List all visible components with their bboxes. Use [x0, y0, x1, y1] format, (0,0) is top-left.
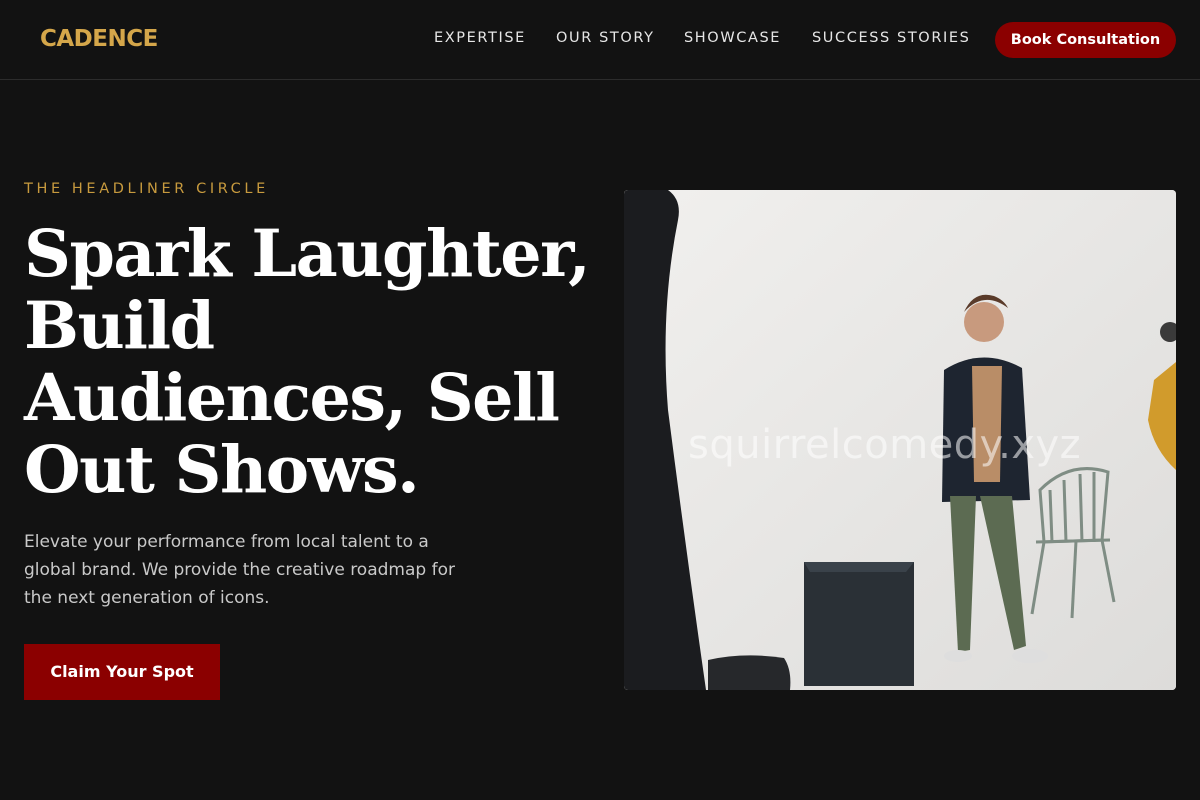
brand-logo[interactable]: CADENCE — [40, 26, 158, 52]
image-watermark: squirrelcomedy.xyz — [688, 422, 1082, 468]
nav-link-expertise[interactable]: EXPERTISE — [434, 30, 526, 46]
claim-your-spot-button[interactable]: Claim Your Spot — [24, 644, 220, 700]
headline-line: Spark Laughter, — [24, 216, 591, 292]
headline-line: Build — [24, 288, 215, 364]
hero-headline: Spark Laughter, Build Audiences, Sell Ou… — [24, 218, 594, 506]
hero-description: Elevate your performance from local tale… — [24, 532, 455, 608]
book-consultation-button[interactable]: Book Consultation — [995, 22, 1176, 58]
hero-eyebrow: THE HEADLINER CIRCLE — [24, 181, 269, 197]
nav-link-showcase[interactable]: SHOWCASE — [684, 30, 781, 46]
nav-link-success-stories[interactable]: SUCCESS STORIES — [812, 30, 970, 46]
headline-line: Audiences, Sell — [24, 360, 560, 436]
hero-photo: squirrelcomedy.xyz — [624, 190, 1176, 690]
nav-link-our-story[interactable]: OUR STORY — [556, 30, 655, 46]
site-header: CADENCE EXPERTISE OUR STORY SHOWCASE SUC… — [0, 0, 1200, 80]
headline-line: Out Shows. — [24, 432, 420, 508]
